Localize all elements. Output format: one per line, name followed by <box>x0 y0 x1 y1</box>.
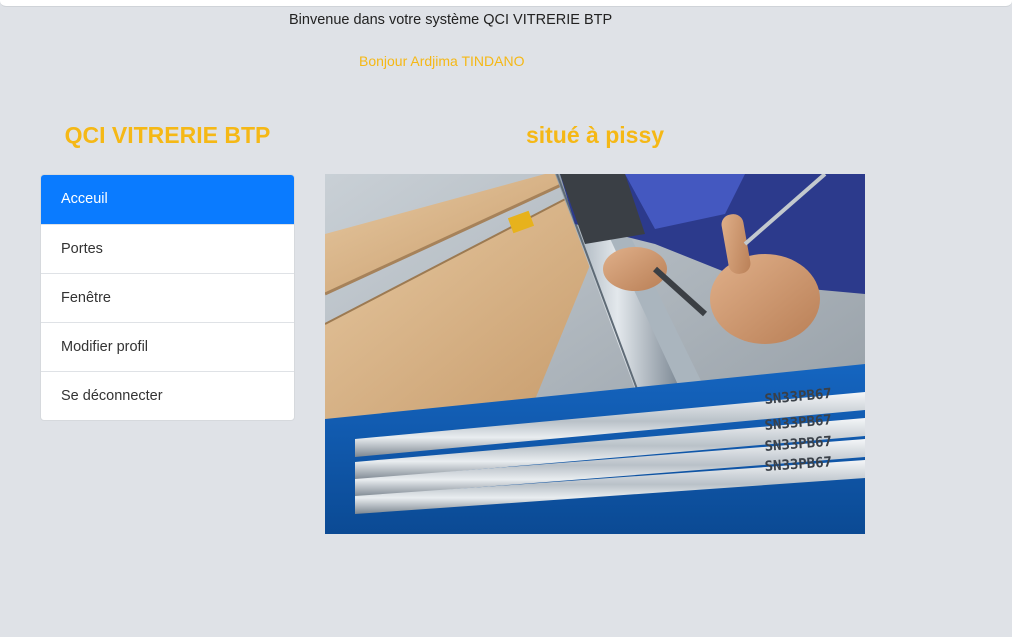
brand-title: QCI VITRERIE BTP <box>64 122 271 148</box>
sidebar-item-se-deconnecter[interactable]: Se déconnecter <box>41 371 294 420</box>
welcome-message: Binvenue dans votre système QCI VITRERIE… <box>289 12 613 28</box>
sidebar-item-portes[interactable]: Portes <box>41 224 294 273</box>
sidebar-item-modifier-profil[interactable]: Modifier profil <box>41 322 294 371</box>
location-subtitle: situé à pissy <box>525 122 665 148</box>
browser-top-edge <box>0 0 1012 7</box>
user-greeting: Bonjour Ardjima TINDANO <box>359 53 525 69</box>
sidebar-item-fenetre[interactable]: Fenêtre <box>41 273 294 322</box>
sidebar-menu: Acceuil Portes Fenêtre Modifier profil S… <box>40 174 295 421</box>
sidebar-item-acceuil[interactable]: Acceuil <box>41 175 294 224</box>
hero-image: SN33PB67 SN33PB67 SN33PB67 SN33PB67 <box>325 174 865 534</box>
